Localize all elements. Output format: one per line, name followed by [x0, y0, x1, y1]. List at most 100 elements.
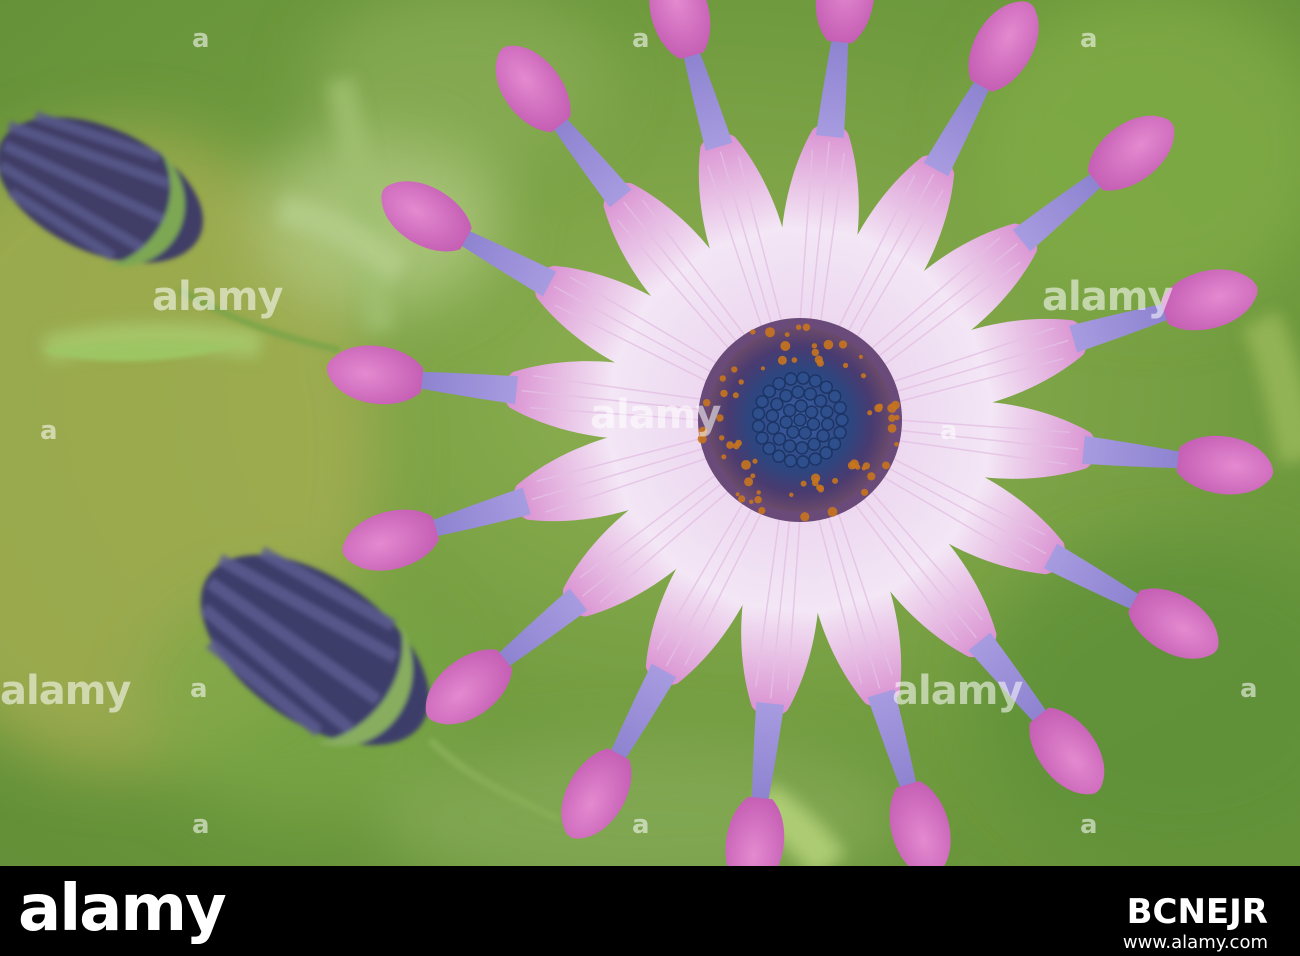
center-floret — [797, 456, 809, 468]
pollen-speck — [758, 507, 765, 514]
pollen-speck — [726, 441, 734, 449]
pollen-speck — [867, 410, 872, 415]
center-floret — [753, 408, 765, 420]
pollen-speck — [796, 325, 801, 330]
pollen-speck — [800, 512, 809, 521]
center-floret — [767, 422, 779, 434]
center-floret — [822, 418, 834, 430]
pollen-speck — [861, 489, 868, 496]
center-floret — [780, 416, 792, 428]
center-floret — [763, 443, 775, 455]
center-floret — [766, 410, 778, 422]
pollen-speck — [812, 343, 817, 348]
watermark: alamy — [590, 392, 720, 438]
center-floret — [780, 390, 792, 402]
center-floret — [784, 405, 796, 417]
pollen-speck — [778, 356, 787, 365]
watermark-letter: a — [1080, 24, 1098, 54]
watermark-letter: a — [192, 810, 210, 840]
pollen-speck — [757, 490, 761, 494]
pollen-speck — [749, 500, 753, 504]
center-floret — [773, 378, 785, 390]
watermark-letter: a — [190, 674, 208, 704]
site-url: www.alamy.com — [1123, 932, 1268, 953]
pollen-speck — [744, 477, 753, 486]
center-floret — [785, 455, 797, 467]
center-floret — [799, 427, 811, 439]
pollen-speck — [731, 366, 737, 372]
pollen-speck — [792, 357, 798, 363]
pollen-speck — [828, 507, 838, 517]
watermark-letter: a — [1080, 810, 1098, 840]
watermark: alamy — [152, 274, 282, 320]
center-floret — [773, 433, 785, 445]
center-floret — [821, 406, 833, 418]
pollen-speck — [733, 392, 739, 398]
pollen-speck — [818, 486, 824, 492]
pollen-speck — [894, 442, 899, 447]
pollen-speck — [867, 472, 875, 480]
pollen-speck — [736, 492, 740, 496]
pollen-speck — [785, 332, 790, 337]
pollen-speck — [859, 355, 863, 359]
pollen-speck — [789, 493, 793, 497]
center-floret — [785, 373, 797, 385]
pollen-speck — [824, 340, 834, 350]
pollen-speck — [811, 474, 820, 483]
pollen-speck — [752, 459, 757, 464]
center-floret — [815, 395, 827, 407]
watermark-letter: a — [40, 416, 58, 446]
pollen-speck — [839, 340, 847, 348]
center-floret — [834, 427, 846, 439]
pollen-speck — [817, 360, 824, 367]
center-floret — [809, 453, 821, 465]
pollen-speck — [874, 404, 882, 412]
pollen-speck — [848, 462, 856, 470]
pollen-speck — [750, 473, 755, 478]
pollen-speck — [735, 440, 742, 447]
pollen-speck — [888, 424, 897, 433]
pollen-speck — [801, 481, 807, 487]
pollen-speck — [812, 349, 819, 356]
center-floret — [753, 420, 765, 432]
pollen-speck — [750, 329, 755, 334]
center-floret — [806, 406, 818, 418]
pollen-speck — [720, 390, 727, 397]
footer-bar: alamy BCNEJR www.alamy.com — [0, 866, 1300, 956]
pollen-speck — [882, 462, 890, 470]
pollen-speck — [741, 460, 751, 470]
center-floret — [756, 432, 768, 444]
center-floret — [809, 375, 821, 387]
image-id: BCNEJR — [1127, 892, 1268, 932]
pollen-speck — [888, 415, 895, 422]
watermark-letter: a — [632, 24, 650, 54]
center-floret — [808, 438, 820, 450]
pollen-speck — [761, 366, 765, 370]
watermark-letter: a — [940, 416, 958, 446]
pollen-speck — [832, 478, 838, 484]
center-floret — [797, 372, 809, 384]
center-floret — [756, 396, 768, 408]
pollen-speck — [861, 373, 866, 378]
pollen-speck — [738, 495, 745, 502]
pollen-speck — [721, 454, 726, 459]
watermark-letter: a — [1240, 674, 1258, 704]
watermark: alamy — [0, 668, 130, 714]
stock-photo-frame: alamy alamy alamy alamy alamy a a a a a … — [0, 0, 1300, 956]
center-floret — [836, 414, 848, 426]
pollen-speck — [739, 379, 744, 384]
watermark: alamy — [892, 668, 1022, 714]
pollen-speck — [720, 375, 726, 381]
pollen-speck — [843, 363, 848, 368]
pollen-speck — [891, 401, 900, 410]
center-floret — [834, 402, 846, 414]
alamy-logo: alamy — [18, 872, 225, 946]
center-floret — [796, 442, 808, 454]
watermark: alamy — [1042, 274, 1172, 320]
center-floret — [792, 386, 804, 398]
pollen-speck — [754, 496, 761, 503]
pollen-speck — [803, 324, 810, 331]
center-floret — [829, 438, 841, 450]
watermark-letter: a — [632, 810, 650, 840]
pollen-speck — [863, 462, 870, 469]
